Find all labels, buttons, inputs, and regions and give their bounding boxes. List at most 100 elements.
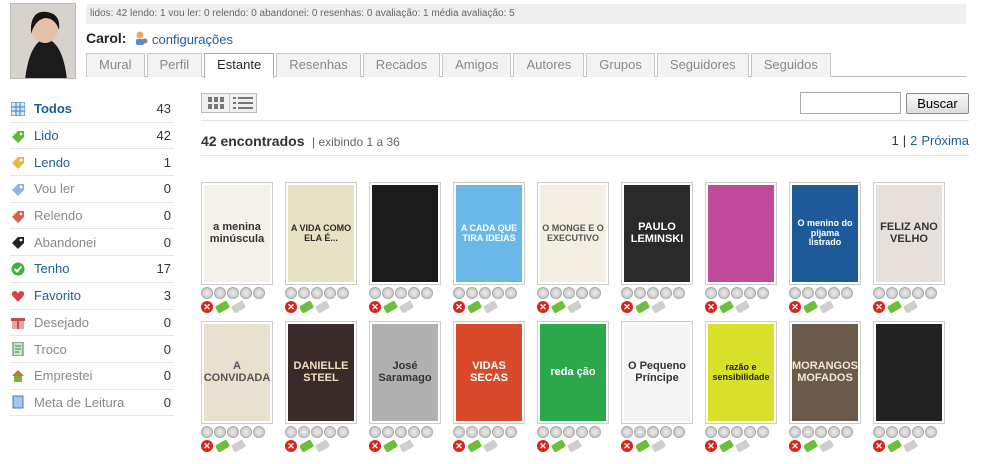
book-cover[interactable] [369, 182, 441, 285]
star-icon[interactable] [660, 287, 672, 299]
read-tag-icon[interactable] [802, 300, 819, 314]
remove-icon[interactable]: ✕ [873, 301, 885, 313]
star-icon[interactable] [718, 287, 730, 299]
star-icon[interactable] [828, 287, 840, 299]
remove-icon[interactable]: ✕ [201, 301, 213, 313]
sidebar-item-lendo[interactable]: Lendo 1 [10, 149, 174, 177]
star-icon[interactable] [311, 426, 323, 438]
star-icon[interactable] [815, 426, 827, 438]
read-tag-icon[interactable] [802, 439, 819, 453]
star-icon[interactable] [757, 426, 769, 438]
star-icon[interactable] [324, 426, 336, 438]
book-cover[interactable]: O MONGE E O EXECUTIVO [537, 182, 609, 285]
star-icon[interactable] [550, 287, 562, 299]
star-icon[interactable] [201, 287, 213, 299]
star-icon[interactable] [886, 287, 898, 299]
sidebar-item-vou-ler[interactable]: Vou ler 0 [10, 176, 174, 203]
tag-icon[interactable] [566, 300, 583, 314]
remove-icon[interactable]: ✕ [537, 440, 549, 452]
tag-icon[interactable] [818, 439, 835, 453]
star-icon[interactable] [789, 287, 801, 299]
tag-icon[interactable] [734, 300, 751, 314]
star-icon[interactable] [576, 287, 588, 299]
sidebar-item-tenho[interactable]: Tenho 17 [10, 256, 174, 283]
star-icon[interactable] [912, 426, 924, 438]
star-icon[interactable] [815, 287, 827, 299]
star-icon[interactable] [382, 426, 394, 438]
star-icon[interactable] [705, 287, 717, 299]
tab-grupos[interactable]: Grupos [586, 53, 655, 77]
star-icon[interactable] [408, 426, 420, 438]
star-icon[interactable] [828, 426, 840, 438]
tag-icon[interactable] [230, 439, 247, 453]
star-icon[interactable] [925, 287, 937, 299]
tab-seguidores[interactable]: Seguidores [656, 53, 749, 77]
sidebar-item-troco[interactable]: Troco 0 [10, 336, 174, 363]
tag-icon[interactable] [482, 439, 499, 453]
tab-mural[interactable]: Mural [86, 53, 145, 77]
remove-icon[interactable]: ✕ [621, 440, 633, 452]
star-icon[interactable] [537, 426, 549, 438]
tab-amigos[interactable]: Amigos [442, 53, 512, 77]
remove-icon[interactable]: ✕ [285, 440, 297, 452]
star-icon[interactable] [214, 287, 226, 299]
search-input[interactable] [800, 92, 901, 114]
tag-icon[interactable] [398, 439, 415, 453]
remove-icon[interactable]: ✕ [369, 440, 381, 452]
star-icon[interactable] [492, 287, 504, 299]
star-icon[interactable] [589, 287, 601, 299]
star-icon[interactable] [253, 287, 265, 299]
tag-icon[interactable] [902, 439, 919, 453]
read-tag-icon[interactable] [634, 439, 651, 453]
read-tag-icon[interactable] [382, 439, 399, 453]
book-cover[interactable]: José Saramago [369, 321, 441, 424]
sidebar-item-meta-de-leitura[interactable]: Meta de Leitura 0 [10, 390, 174, 417]
star-icon[interactable] [873, 426, 885, 438]
sidebar-item-desejado[interactable]: Desejado 0 [10, 310, 174, 337]
search-button[interactable]: Buscar [906, 93, 969, 114]
star-icon[interactable] [621, 287, 633, 299]
tab-resenhas[interactable]: Resenhas [276, 53, 361, 77]
read-tag-icon[interactable] [634, 300, 651, 314]
star-icon[interactable] [802, 287, 814, 299]
star-icon[interactable] [705, 426, 717, 438]
list-view-icon[interactable] [229, 94, 256, 112]
tab-autores[interactable]: Autores [513, 53, 585, 77]
star-icon[interactable] [731, 426, 743, 438]
book-cover[interactable]: O Pequeno Príncipe [621, 321, 693, 424]
tag-icon[interactable] [566, 439, 583, 453]
star-icon[interactable] [589, 426, 601, 438]
sidebar-item-favorito[interactable]: Favorito 3 [10, 283, 174, 310]
star-icon[interactable] [285, 426, 297, 438]
star-icon[interactable] [634, 287, 646, 299]
sidebar-item-lido[interactable]: Lido 42 [10, 123, 174, 150]
sidebar-item-todos[interactable]: Todos 43 [10, 96, 174, 123]
star-icon[interactable] [311, 287, 323, 299]
star-icon[interactable] [660, 426, 672, 438]
read-tag-icon[interactable] [550, 300, 567, 314]
remove-icon[interactable]: ✕ [285, 301, 297, 313]
sidebar-item-emprestei[interactable]: Emprestei 0 [10, 363, 174, 390]
star-icon[interactable] [621, 426, 633, 438]
tag-icon[interactable] [314, 300, 331, 314]
star-icon[interactable] [744, 426, 756, 438]
star-icon[interactable] [789, 426, 801, 438]
star-icon[interactable] [214, 426, 226, 438]
grid-view-icon[interactable] [202, 94, 229, 112]
book-cover[interactable]: A CONVIDADA [201, 321, 273, 424]
book-cover[interactable]: A VIDA COMO ELA É... [285, 182, 357, 285]
read-tag-icon[interactable] [886, 439, 903, 453]
star-icon[interactable] [479, 426, 491, 438]
star-icon[interactable] [453, 287, 465, 299]
tag-icon[interactable] [482, 300, 499, 314]
star-icon[interactable] [369, 287, 381, 299]
tag-icon[interactable] [650, 439, 667, 453]
remove-icon[interactable]: ✕ [873, 440, 885, 452]
star-icon[interactable] [240, 426, 252, 438]
star-icon[interactable] [298, 287, 310, 299]
star-icon[interactable] [731, 287, 743, 299]
book-cover[interactable]: VIDAS SECAS [453, 321, 525, 424]
read-tag-icon[interactable] [298, 300, 315, 314]
star-icon[interactable] [466, 426, 478, 438]
read-tag-icon[interactable] [298, 439, 315, 453]
